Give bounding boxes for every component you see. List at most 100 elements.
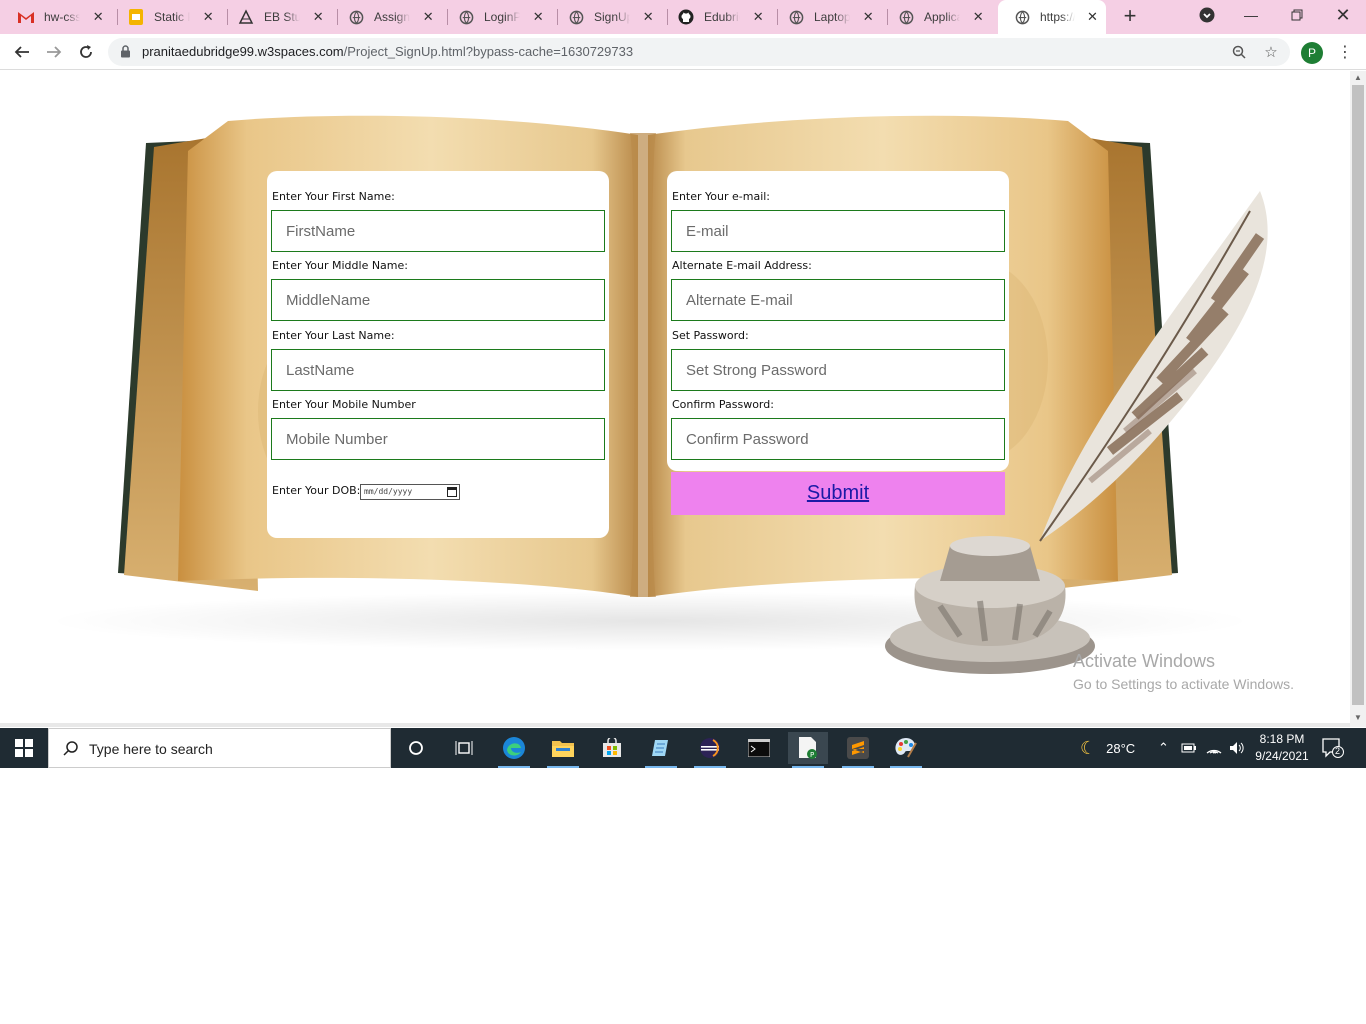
bookmark-star-icon[interactable]: ☆ xyxy=(1262,43,1280,61)
close-tab-icon[interactable]: ✕ xyxy=(532,9,544,25)
close-tab-icon[interactable]: ✕ xyxy=(1087,9,1098,25)
browser-tab-strip: hw-css-f ✕ Static Pro ✕ EB Stude ✕ Assig… xyxy=(0,0,1366,34)
tab-gmail[interactable]: hw-css-f ✕ xyxy=(2,0,112,34)
taskbar-search-box[interactable]: Type here to search xyxy=(48,728,391,768)
new-tab-button[interactable]: + xyxy=(1118,4,1142,28)
last-name-field[interactable] xyxy=(271,349,605,391)
tab-search-button[interactable] xyxy=(1184,0,1230,30)
clock-time: 8:18 PM xyxy=(1259,732,1305,746)
close-tab-icon[interactable]: ✕ xyxy=(92,9,104,25)
submit-button[interactable]: Submit xyxy=(671,472,1005,515)
set-password-label: Set Password: xyxy=(672,329,749,342)
paint-taskbar-button[interactable] xyxy=(886,732,926,768)
edge-taskbar-button[interactable] xyxy=(494,732,534,768)
dob-date-input[interactable]: mm/dd/yyyy xyxy=(360,484,460,500)
sublime-taskbar-button[interactable] xyxy=(838,732,878,768)
chevron-down-icon xyxy=(1199,7,1215,23)
personal-info-card: Enter Your First Name: Enter Your Middle… xyxy=(267,171,609,538)
close-tab-icon[interactable]: ✕ xyxy=(312,9,324,25)
set-password-field[interactable] xyxy=(671,349,1005,391)
tab-title: Applicat xyxy=(924,10,961,24)
close-icon: ✕ xyxy=(1335,4,1351,25)
terminal-taskbar-button[interactable] xyxy=(739,732,779,764)
email-input[interactable] xyxy=(672,211,1004,251)
tab-edubridge-github[interactable]: Edubridg ✕ xyxy=(662,0,772,34)
file-viewer-taskbar-button[interactable]: P xyxy=(788,732,828,768)
weather-widget[interactable]: ☾ 28°C xyxy=(1080,728,1135,768)
set-password-input[interactable] xyxy=(672,350,1004,390)
horizontal-scrollbar[interactable] xyxy=(0,723,1350,727)
mobile-number-field[interactable] xyxy=(271,418,605,460)
globe-icon xyxy=(898,9,914,25)
taskbar-clock[interactable]: 8:18 PM 9/24/2021 xyxy=(1250,731,1314,765)
eclipse-icon xyxy=(700,738,720,758)
page-viewport: Enter Your First Name: Enter Your Middle… xyxy=(0,71,1350,723)
confirm-password-field[interactable] xyxy=(671,418,1005,460)
zoom-icon[interactable] xyxy=(1230,43,1248,61)
tab-assignment[interactable]: Assignm ✕ xyxy=(332,0,442,34)
first-name-field[interactable] xyxy=(271,210,605,252)
battery-button[interactable] xyxy=(1181,728,1197,768)
minimize-button[interactable]: — xyxy=(1228,0,1274,30)
action-center-button[interactable]: 2 xyxy=(1322,738,1344,758)
mobile-number-input[interactable] xyxy=(272,419,604,459)
close-tab-icon[interactable]: ✕ xyxy=(972,9,984,25)
reload-button[interactable] xyxy=(74,40,98,64)
account-info-card: Enter Your e-mail: Alternate E-mail Addr… xyxy=(667,171,1009,471)
close-tab-icon[interactable]: ✕ xyxy=(642,9,654,25)
menu-kebab-icon[interactable]: ⋮ xyxy=(1337,42,1353,62)
notepad-taskbar-button[interactable] xyxy=(641,732,681,768)
close-tab-icon[interactable]: ✕ xyxy=(752,9,764,25)
scrollbar-thumb[interactable] xyxy=(1352,85,1364,705)
tab-static-pro[interactable]: Static Pro ✕ xyxy=(112,0,222,34)
file-explorer-taskbar-button[interactable] xyxy=(543,732,583,768)
confirm-password-input[interactable] xyxy=(672,419,1004,459)
tab-title: EB Stude xyxy=(264,10,301,24)
volume-button[interactable] xyxy=(1229,728,1245,768)
close-tab-icon[interactable]: ✕ xyxy=(202,9,214,25)
middle-name-label: Enter Your Middle Name: xyxy=(272,259,408,272)
tab-signup-page[interactable]: SignUpP ✕ xyxy=(552,0,662,34)
tab-eb-student[interactable]: EB Stude ✕ xyxy=(222,0,332,34)
wifi-button[interactable] xyxy=(1206,728,1222,768)
restore-button[interactable] xyxy=(1274,0,1320,30)
store-taskbar-button[interactable] xyxy=(592,732,632,764)
first-name-input[interactable] xyxy=(272,211,604,251)
cortana-button[interactable] xyxy=(396,732,436,764)
dob-label: Enter Your DOB: xyxy=(272,484,361,497)
profile-avatar[interactable]: P xyxy=(1301,42,1323,64)
address-bar[interactable]: pranitaedubridge99.w3spaces.com/Project_… xyxy=(108,38,1290,66)
cortana-icon xyxy=(409,741,423,755)
middle-name-input[interactable] xyxy=(272,280,604,320)
close-tab-icon[interactable]: ✕ xyxy=(422,9,434,25)
task-view-button[interactable] xyxy=(444,732,484,764)
reload-icon xyxy=(80,45,92,58)
start-button[interactable] xyxy=(0,728,48,768)
scroll-up-icon[interactable]: ▲ xyxy=(1354,73,1362,82)
alternate-email-field[interactable] xyxy=(671,279,1005,321)
inkwell-illustration xyxy=(885,536,1095,674)
tab-login-page[interactable]: LoginPa ✕ xyxy=(442,0,552,34)
arrow-left-icon xyxy=(14,46,29,58)
svg-text:P: P xyxy=(810,751,814,759)
task-view-icon xyxy=(455,741,473,755)
email-field[interactable] xyxy=(671,210,1005,252)
scroll-down-icon[interactable]: ▼ xyxy=(1354,713,1362,722)
tab-laptop[interactable]: Laptop_ ✕ xyxy=(772,0,882,34)
show-hidden-icons-button[interactable]: ⌃ xyxy=(1158,728,1169,768)
calendar-icon[interactable] xyxy=(447,487,457,497)
tab-application[interactable]: Applicat ✕ xyxy=(882,0,992,34)
last-name-input[interactable] xyxy=(272,350,604,390)
notification-count: 2 xyxy=(1335,746,1341,756)
vertical-scrollbar[interactable]: ▲ ▼ xyxy=(1350,71,1366,727)
forward-button[interactable] xyxy=(42,40,66,64)
close-tab-icon[interactable]: ✕ xyxy=(862,9,874,25)
eclipse-taskbar-button[interactable] xyxy=(690,732,730,768)
back-button[interactable] xyxy=(10,40,34,64)
document-icon: P xyxy=(799,737,817,759)
middle-name-field[interactable] xyxy=(271,279,605,321)
alternate-email-input[interactable] xyxy=(672,280,1004,320)
wifi-icon xyxy=(1206,749,1222,754)
tab-active-page[interactable]: https://p ✕ xyxy=(998,0,1106,34)
close-window-button[interactable]: ✕ xyxy=(1320,0,1366,30)
